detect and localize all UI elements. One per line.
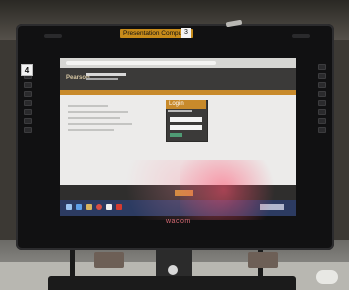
username-field[interactable]	[170, 117, 202, 122]
site-title	[86, 73, 126, 76]
monitor-brand-logo: wacom	[166, 218, 191, 225]
express-key[interactable]	[318, 118, 326, 124]
stand-logo-icon	[168, 265, 178, 275]
login-title: Login	[166, 100, 206, 109]
login-button[interactable]	[170, 133, 182, 137]
windows-start-icon[interactable]	[66, 204, 72, 210]
login-subtitle	[168, 110, 192, 112]
text-line	[68, 123, 132, 125]
stand-foot	[48, 276, 296, 290]
internet-explorer-icon[interactable]	[76, 204, 82, 210]
express-key[interactable]	[24, 109, 32, 115]
express-key[interactable]	[318, 73, 326, 79]
express-key[interactable]	[24, 118, 32, 124]
text-line	[68, 117, 120, 119]
express-key[interactable]	[318, 82, 326, 88]
mouse[interactable]	[316, 270, 338, 284]
express-key[interactable]	[24, 82, 32, 88]
station-number-label: 4	[21, 64, 33, 76]
express-key[interactable]	[24, 127, 32, 133]
express-key[interactable]	[318, 64, 326, 70]
express-key[interactable]	[318, 109, 326, 115]
express-key[interactable]	[24, 91, 32, 97]
bezel-sensor	[292, 34, 310, 38]
bezel-sensor	[44, 34, 62, 38]
text-line	[68, 111, 128, 113]
chrome-icon[interactable]	[96, 204, 102, 210]
password-field[interactable]	[170, 125, 202, 130]
screen-reflection	[180, 160, 290, 220]
express-key[interactable]	[318, 100, 326, 106]
text-line	[68, 129, 114, 131]
site-subtitle	[86, 78, 118, 80]
address-bar[interactable]	[66, 61, 216, 65]
file-explorer-icon[interactable]	[86, 204, 92, 210]
monitor-number-label: 3	[181, 28, 191, 38]
express-keys-right	[318, 64, 326, 136]
express-key[interactable]	[24, 100, 32, 106]
express-key[interactable]	[318, 91, 326, 97]
express-key[interactable]	[318, 127, 326, 133]
text-line	[68, 105, 108, 107]
stand-bracket-left	[94, 252, 124, 268]
photo-scene: Presentation Computer 3 4 Pearson Login	[0, 0, 349, 290]
info-panel	[66, 100, 156, 150]
stand-bracket-right	[248, 252, 278, 268]
